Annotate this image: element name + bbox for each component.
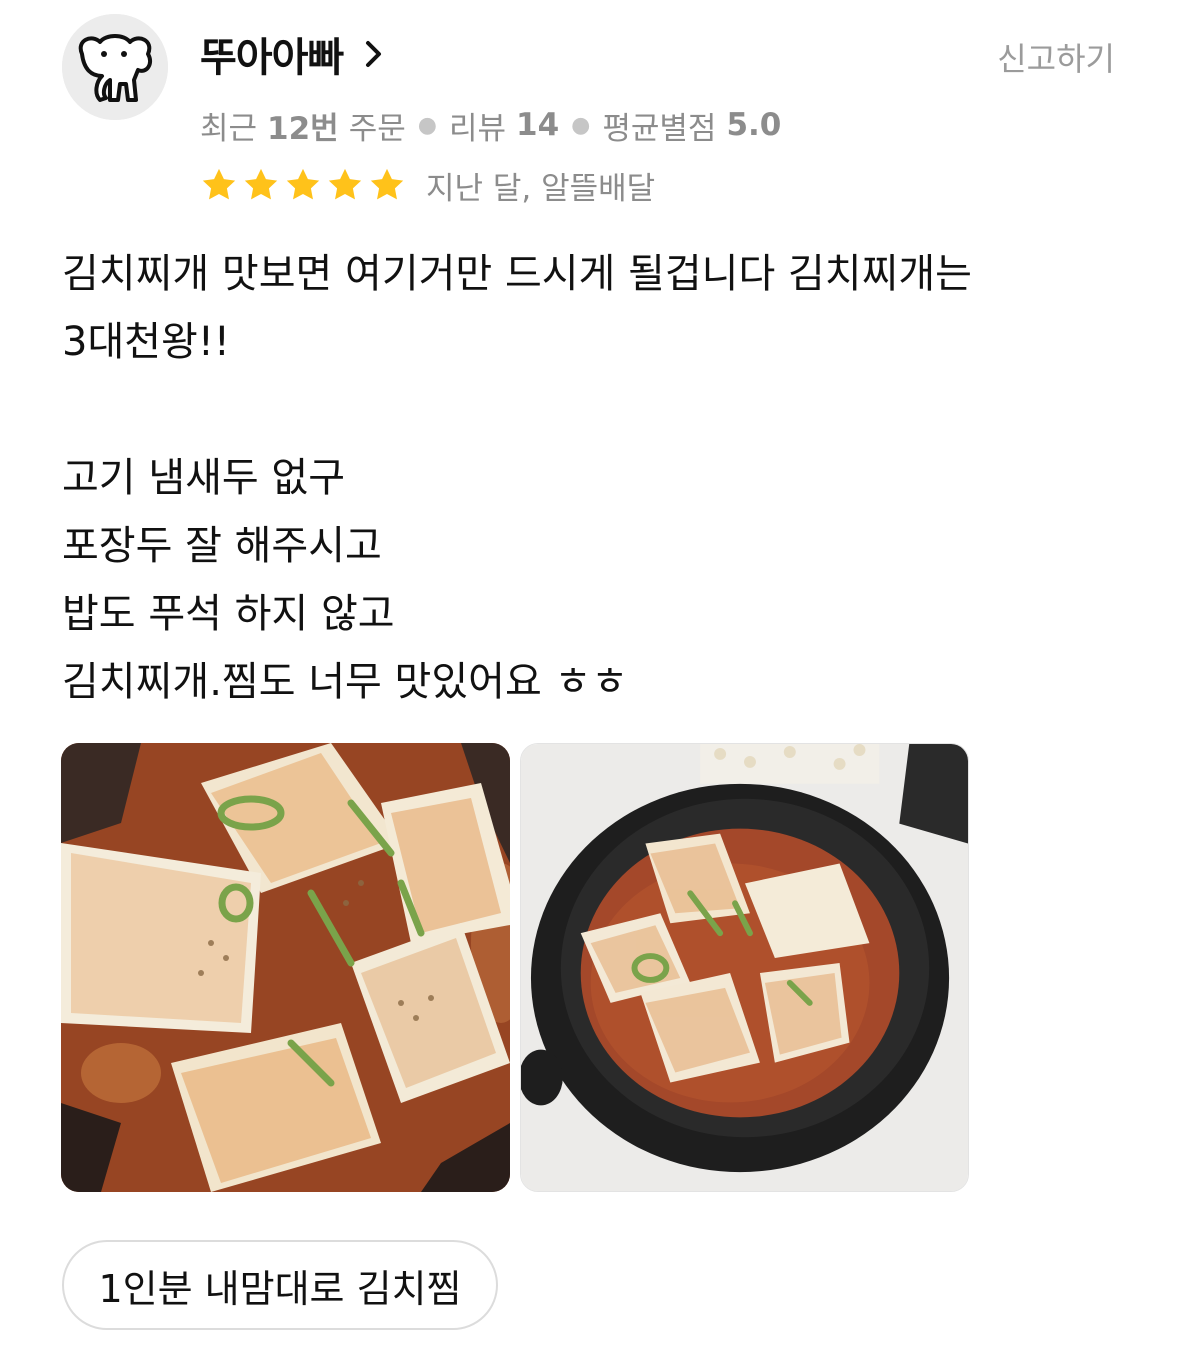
recent-label: 최근 [200, 110, 258, 147]
review-photo-1[interactable] [61, 743, 510, 1192]
username: 뚜아아빠 [200, 35, 344, 81]
review-photo-2[interactable] [520, 743, 969, 1192]
chevron-right-icon [366, 41, 382, 67]
order-count: 12번 [267, 110, 339, 147]
review-line-blank [62, 376, 1122, 444]
review-text: 김치찌개 맛보면 여기거만 드시게 될겁니다 김치찌개는 3대천왕!! 고기 냄… [62, 240, 1122, 716]
kimchi-stew-pot-image [521, 744, 968, 1191]
review-date: 지난 달, 알뜰배달 [426, 170, 656, 207]
elephant-icon [62, 14, 168, 120]
kimchi-stew-closeup-image [61, 743, 510, 1192]
review-line: 밥도 푸석 하지 않고 [62, 591, 395, 637]
review-line: 3대천왕!! [62, 319, 230, 365]
separator-dot: ● [571, 112, 591, 138]
avatar[interactable] [62, 14, 168, 120]
review-label: 리뷰 [448, 110, 507, 147]
separator-dot: ● [417, 112, 437, 138]
order-suffix: 주문 [348, 110, 406, 147]
star-rating [200, 166, 406, 204]
star-icon [202, 168, 236, 200]
star-icon [286, 168, 320, 200]
ordered-menu-chip[interactable]: 1인분 내맘대로 김치찜 [62, 1240, 498, 1330]
user-stats: 최근 12번 주문 ● 리뷰 14 ● 평균별점 5.0 [200, 102, 781, 148]
avg-rating-value: 5.0 [726, 107, 782, 143]
review-line: 포장두 잘 해주시고 [62, 523, 382, 569]
star-icon [328, 168, 362, 200]
review-line: 김치찌개 맛보면 여기거만 드시게 될겁니다 김치찌개는 [62, 251, 972, 297]
report-button[interactable]: 신고하기 [997, 34, 1115, 80]
rating-row: 지난 달, 알뜰배달 [200, 162, 655, 208]
star-icon [244, 168, 278, 200]
review-line: 고기 냄새두 없구 [62, 455, 346, 501]
star-icon [370, 168, 404, 200]
review-line: 김치찌개.찜도 너무 맛있어요 ㅎㅎ [62, 659, 629, 705]
review-count: 14 [516, 107, 560, 143]
avg-rating-label: 평균별점 [602, 110, 717, 147]
user-profile-link[interactable]: 뚜아아빠 [200, 26, 385, 82]
